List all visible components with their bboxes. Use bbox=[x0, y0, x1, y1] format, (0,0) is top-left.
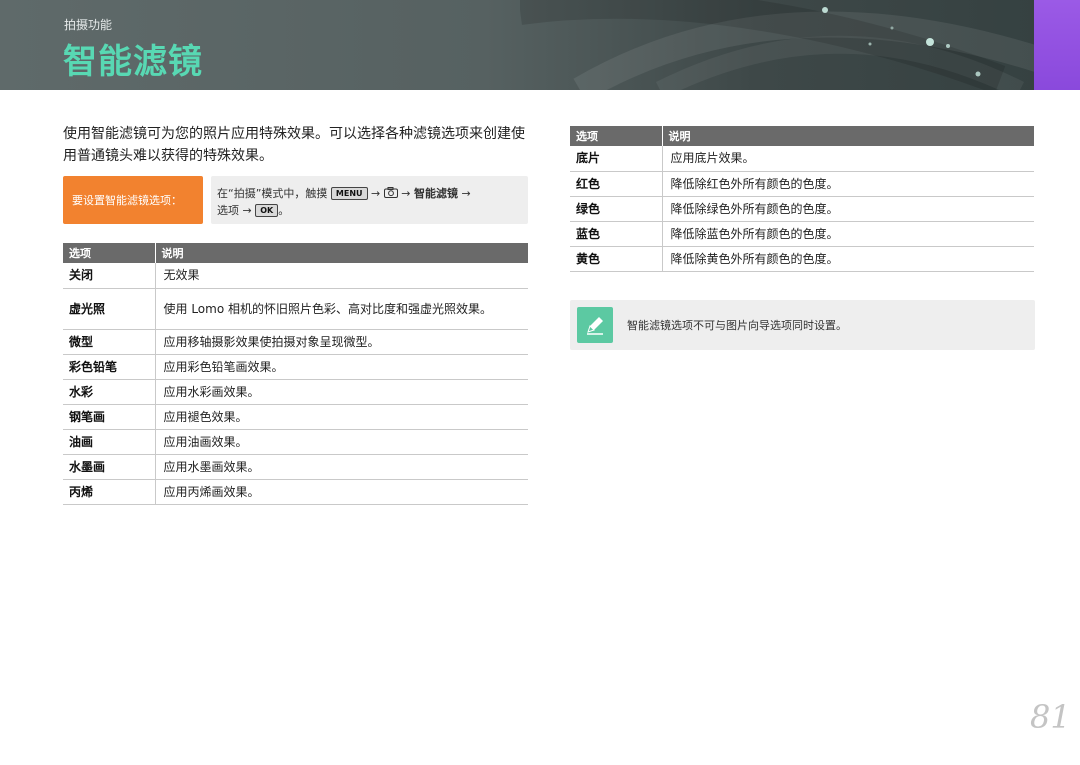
column-header-option: 选项 bbox=[63, 243, 155, 263]
page-number: 81 bbox=[1030, 698, 1071, 736]
intro-paragraph: 使用智能滤镜可为您的照片应用特殊效果。可以选择各种滤镜选项来创建使用普通镜头难以… bbox=[63, 126, 525, 164]
menu-item-smart-filter: 智能滤镜 bbox=[413, 187, 458, 200]
menu-key-icon: MENU bbox=[330, 187, 368, 200]
arrow-icon: → bbox=[242, 204, 252, 217]
option-description: 降低除蓝色外所有颜色的色度。 bbox=[661, 221, 1034, 247]
option-description: 应用底片效果。 bbox=[661, 146, 1034, 172]
arrow-icon: → bbox=[401, 187, 411, 200]
table-row: 水彩 应用水彩画效果。 bbox=[63, 379, 528, 405]
instruction-label: 要设置智能滤镜选项： bbox=[63, 176, 203, 224]
option-description: 降低除绿色外所有颜色的色度。 bbox=[661, 196, 1034, 222]
option-description: 应用油画效果。 bbox=[154, 429, 528, 455]
option-name: 水彩 bbox=[63, 379, 155, 405]
option-name: 微型 bbox=[63, 329, 155, 355]
table-row: 丙烯 应用丙烯画效果。 bbox=[63, 479, 528, 505]
camera-icon bbox=[383, 187, 398, 198]
note-text: 智能滤镜选项不可与图片向导选项同时设置。 bbox=[627, 319, 847, 332]
table-row: 微型 应用移轴摄影效果使拍摄对象呈现微型。 bbox=[63, 329, 528, 355]
ok-key-icon: OK bbox=[255, 204, 279, 217]
option-name: 黄色 bbox=[570, 246, 662, 272]
table-row: 水墨画 应用水墨画效果。 bbox=[63, 454, 528, 480]
table-row: 底片 应用底片效果。 bbox=[570, 146, 1034, 172]
option-name: 水墨画 bbox=[63, 454, 155, 480]
column-header-description: 说明 bbox=[154, 243, 528, 263]
note-box: 智能滤镜选项不可与图片向导选项同时设置。 bbox=[570, 300, 1035, 350]
option-name: 绿色 bbox=[570, 196, 662, 222]
option-name: 虚光照 bbox=[63, 288, 155, 330]
option-description: 应用彩色铅笔画效果。 bbox=[154, 354, 528, 380]
section-label: 拍摄功能 bbox=[64, 18, 113, 32]
table-row: 油画 应用油画效果。 bbox=[63, 429, 528, 455]
filter-options-table-left: 选项 说明 关闭 无效果 虚光照 使用 Lomo 相机的怀旧照片色彩、高对比度和… bbox=[63, 243, 528, 505]
table-row: 蓝色 降低除蓝色外所有颜色的色度。 bbox=[570, 221, 1034, 247]
option-description: 应用移轴摄影效果使拍摄对象呈现微型。 bbox=[154, 329, 528, 355]
chapter-side-tab[interactable] bbox=[1034, 0, 1080, 90]
option-description: 降低除红色外所有颜色的色度。 bbox=[661, 171, 1034, 197]
instruction-box: 要设置智能滤镜选项： 在“拍摄”模式中，触摸 MENU → → 智能滤镜 → 选… bbox=[63, 176, 528, 224]
option-description: 使用 Lomo 相机的怀旧照片色彩、高对比度和强虚光照效果。 bbox=[154, 288, 528, 330]
chapter-header: 拍摄功能 智能滤镜 bbox=[0, 0, 1080, 90]
option-description: 应用丙烯画效果。 bbox=[154, 479, 528, 505]
table-row: 彩色铅笔 应用彩色铅笔画效果。 bbox=[63, 354, 528, 380]
filter-options-table-right: 选项 说明 底片 应用底片效果。 红色 降低除红色外所有颜色的色度。 绿色 降低… bbox=[570, 126, 1034, 272]
page-title: 智能滤镜 bbox=[63, 42, 203, 82]
arrow-icon: → bbox=[371, 187, 381, 200]
option-name: 底片 bbox=[570, 146, 662, 172]
instruction-body: 在“拍摄”模式中，触摸 MENU → → 智能滤镜 → 选项 → OK。 bbox=[211, 176, 528, 224]
option-name: 关闭 bbox=[63, 263, 155, 289]
table-header-row: 选项 说明 bbox=[63, 243, 528, 263]
table-row: 关闭 无效果 bbox=[63, 263, 528, 289]
option-description: 应用褪色效果。 bbox=[154, 404, 528, 430]
table-row: 钢笔画 应用褪色效果。 bbox=[63, 404, 528, 430]
table-row: 黄色 降低除黄色外所有颜色的色度。 bbox=[570, 246, 1034, 272]
option-name: 钢笔画 bbox=[63, 404, 155, 430]
option-name: 油画 bbox=[63, 429, 155, 455]
instruction-text: 在“拍摄”模式中，触摸 bbox=[217, 187, 328, 200]
option-description: 应用水墨画效果。 bbox=[154, 454, 528, 480]
decorative-swirl bbox=[520, 0, 1044, 90]
option-name: 丙烯 bbox=[63, 479, 155, 505]
option-name: 蓝色 bbox=[570, 221, 662, 247]
option-description: 应用水彩画效果。 bbox=[154, 379, 528, 405]
option-name: 彩色铅笔 bbox=[63, 354, 155, 380]
instruction-period: 。 bbox=[278, 204, 290, 217]
option-description: 降低除黄色外所有颜色的色度。 bbox=[661, 246, 1034, 272]
arrow-icon: → bbox=[461, 187, 471, 200]
option-text: 选项 bbox=[217, 204, 239, 217]
column-header-description: 说明 bbox=[661, 126, 1034, 146]
table-row: 虚光照 使用 Lomo 相机的怀旧照片色彩、高对比度和强虚光照效果。 bbox=[63, 288, 528, 330]
table-header-row: 选项 说明 bbox=[570, 126, 1034, 146]
pencil-note-icon bbox=[577, 307, 613, 343]
column-header-option: 选项 bbox=[570, 126, 662, 146]
option-description: 无效果 bbox=[154, 263, 528, 289]
option-name: 红色 bbox=[570, 171, 662, 197]
table-row: 绿色 降低除绿色外所有颜色的色度。 bbox=[570, 196, 1034, 222]
table-row: 红色 降低除红色外所有颜色的色度。 bbox=[570, 171, 1034, 197]
